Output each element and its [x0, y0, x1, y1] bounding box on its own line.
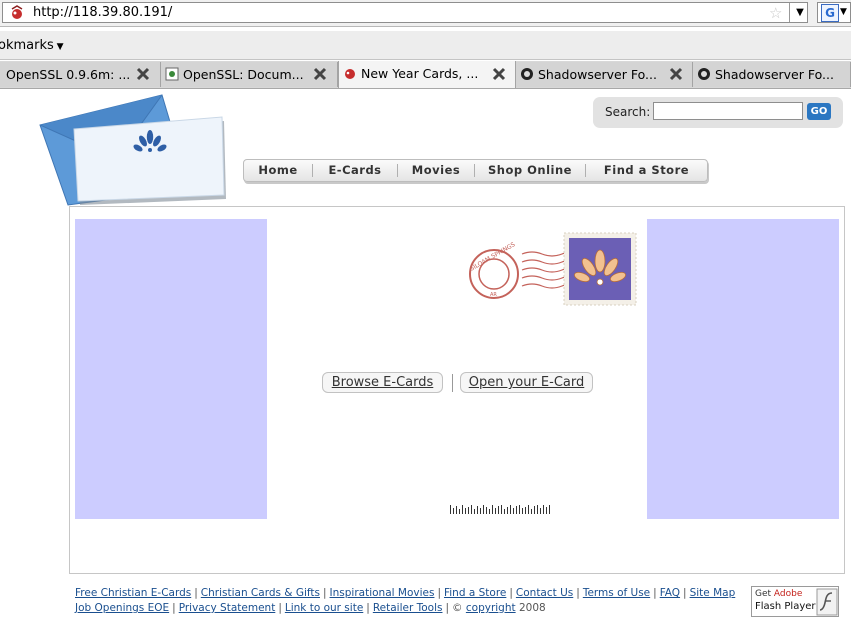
- postmark-stamp-icon: SILOAM SPRINGS AR: [469, 232, 637, 306]
- tab-openssl-docs[interactable]: OpenSSL: Docum...: [161, 62, 338, 87]
- footer-link-contact[interactable]: Contact Us: [516, 587, 573, 599]
- bookmarks-menu[interactable]: okmarks ▼: [0, 38, 64, 55]
- dropdown-arrow-icon: ▼: [53, 42, 64, 52]
- close-icon[interactable]: [669, 67, 683, 81]
- footer-link-copyright[interactable]: copyright: [466, 602, 516, 614]
- chevron-down-icon[interactable]: ▼: [840, 4, 847, 20]
- footer-row-1: Free Christian E-Cards | Christian Cards &…: [75, 587, 736, 599]
- close-icon[interactable]: [136, 67, 150, 81]
- close-icon[interactable]: [313, 67, 327, 81]
- tab-bar: OpenSSL 0.9.6m: ... OpenSSL: Docum... Ne…: [0, 61, 851, 89]
- footer-link-privacy[interactable]: Privacy Statement: [179, 602, 276, 614]
- address-bar: http://118.39.80.191/ ☆ ▼ G ▼: [0, 0, 851, 27]
- footer-link-link-to-site[interactable]: Link to our site: [285, 602, 363, 614]
- adobe-word: Adobe: [773, 589, 803, 599]
- main-nav: Home E-Cards Movies Shop Online Find a S…: [243, 159, 708, 182]
- footer-link-sitemap[interactable]: Site Map: [690, 587, 736, 599]
- right-side-panel: [647, 219, 839, 519]
- nav-movies[interactable]: Movies: [398, 160, 474, 181]
- bookmarks-toolbar: okmarks ▼: [0, 31, 851, 60]
- search-engine-box[interactable]: G ▼: [817, 2, 851, 23]
- shadowserver-icon: [521, 68, 533, 80]
- flash-player-text: Flash Player: [755, 601, 816, 612]
- get-flash-player-badge[interactable]: Get Adobe Flash Player: [751, 586, 839, 617]
- flash-logo-icon: [816, 588, 838, 616]
- url-dropdown-button[interactable]: ▼: [789, 3, 810, 22]
- bookmarks-label[interactable]: okmarks: [0, 38, 54, 53]
- footer-link-retailer-tools[interactable]: Retailer Tools: [373, 602, 443, 614]
- url-field[interactable]: http://118.39.80.191/ ☆ ▼: [2, 2, 808, 23]
- action-divider: [452, 374, 453, 392]
- left-side-panel: [75, 219, 267, 519]
- footer-link-terms[interactable]: Terms of Use: [583, 587, 650, 599]
- tab-label[interactable]: Shadowserver Fo...: [538, 67, 657, 82]
- flash-get-word: Get: [755, 589, 772, 599]
- url-text[interactable]: http://118.39.80.191/: [33, 5, 172, 21]
- loading-bars-icon: [450, 505, 550, 514]
- site-favicon-icon: [11, 5, 23, 19]
- page-favicon-icon: [165, 67, 179, 81]
- footer-link-free-ecards[interactable]: Free Christian E-Cards: [75, 587, 191, 599]
- copyright-symbol: ©: [452, 602, 463, 614]
- nav-shop-online[interactable]: Shop Online: [475, 160, 585, 181]
- footer-links: Free Christian E-Cards | Christian Cards &…: [75, 586, 745, 616]
- tab-openssl-096m[interactable]: OpenSSL 0.9.6m: ...: [0, 62, 161, 87]
- tab-shadowserver-1[interactable]: Shadowserver Fo...: [516, 62, 693, 87]
- footer-link-cards-gifts[interactable]: Christian Cards & Gifts: [201, 587, 320, 599]
- tab-new-year-cards[interactable]: New Year Cards, ...: [338, 61, 516, 88]
- close-icon[interactable]: [492, 67, 506, 81]
- browse-ecards-button[interactable]: Browse E-Cards: [322, 372, 443, 393]
- search-input[interactable]: [653, 102, 803, 120]
- go-button[interactable]: GO: [807, 103, 831, 120]
- footer-link-find-store[interactable]: Find a Store: [444, 587, 506, 599]
- envelope-logo-icon[interactable]: [36, 93, 228, 206]
- search-label: Search:: [605, 105, 651, 119]
- postmark-state: AR: [490, 292, 497, 298]
- nav-find-a-store[interactable]: Find a Store: [586, 160, 707, 181]
- flash-get-text: Get Adobe: [755, 589, 802, 599]
- footer-link-faq[interactable]: FAQ: [660, 587, 680, 599]
- tab-label[interactable]: New Year Cards, ...: [361, 66, 478, 81]
- copyright-year: 2008: [518, 602, 546, 614]
- footer-row-2: Job Openings EOE | Privacy Statement | Link …: [75, 602, 546, 614]
- bookmark-star-icon[interactable]: ☆: [769, 3, 782, 23]
- nav-ecards[interactable]: E-Cards: [313, 160, 397, 181]
- footer-link-movies[interactable]: Inspirational Movies: [330, 587, 435, 599]
- open-ecard-button[interactable]: Open your E-Card: [460, 372, 593, 393]
- footer-link-jobs[interactable]: Job Openings EOE: [75, 602, 169, 614]
- tab-label[interactable]: Shadowserver Fo...: [715, 67, 834, 82]
- search-box: Search: GO: [593, 97, 843, 128]
- tab-shadowserver-2[interactable]: Shadowserver Fo...: [693, 62, 851, 87]
- tab-label[interactable]: OpenSSL 0.9.6m: ...: [6, 67, 130, 82]
- nav-home[interactable]: Home: [244, 160, 312, 181]
- shadowserver-icon: [698, 68, 710, 80]
- tab-label[interactable]: OpenSSL: Docum...: [183, 67, 304, 82]
- google-icon[interactable]: G: [821, 4, 839, 22]
- site-favicon-icon: [345, 69, 355, 79]
